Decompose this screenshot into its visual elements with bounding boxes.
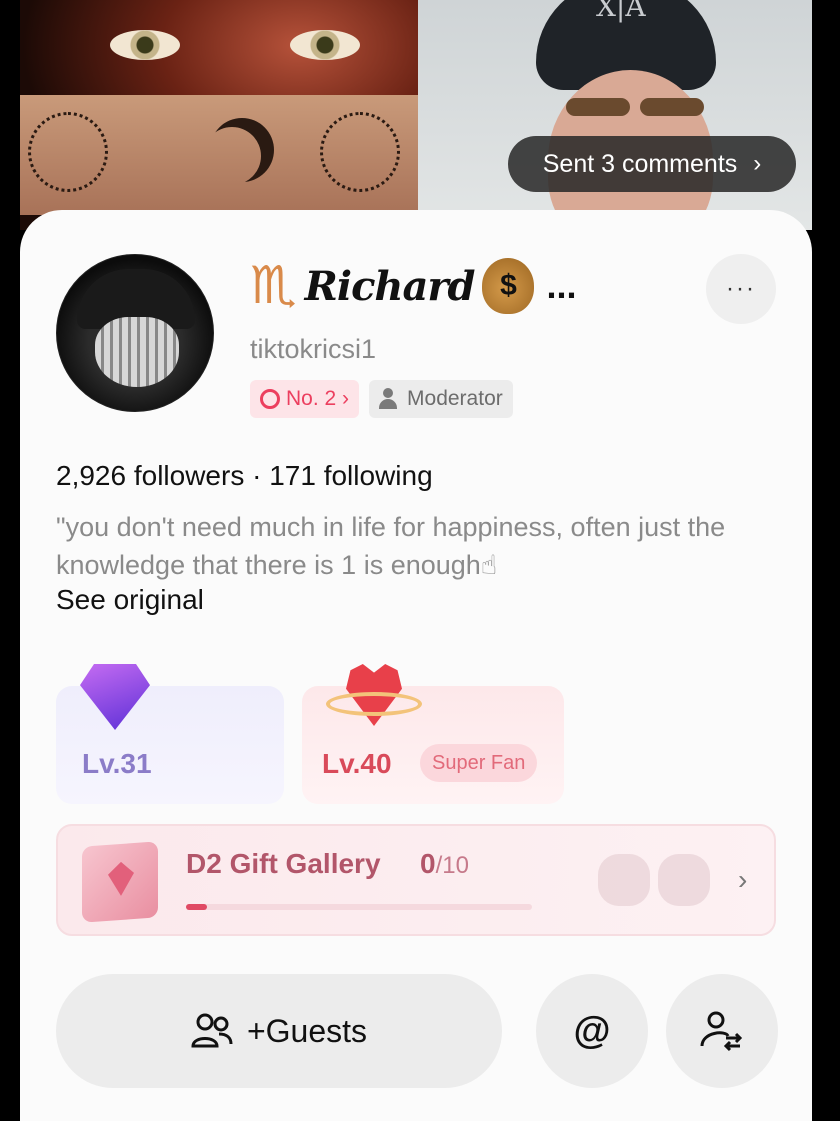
sent-comments-label: Sent 3 comments xyxy=(542,149,738,178)
chevron-right-icon: › xyxy=(753,150,762,177)
user-swap-icon xyxy=(700,1011,743,1052)
eyes-region xyxy=(90,20,390,80)
add-guests-button[interactable]: +Guests xyxy=(56,974,502,1088)
gift-placeholder-icon xyxy=(598,854,650,906)
moon-tattoo xyxy=(210,118,274,182)
avatar[interactable] xyxy=(56,254,214,412)
badges: No. 2 › Moderator xyxy=(250,380,513,418)
gift-box-icon xyxy=(82,841,158,923)
rank-badge-label: No. 2 › xyxy=(286,387,350,410)
gift-gallery-collected: 0 xyxy=(420,848,436,879)
gift-gallery-progress xyxy=(186,904,532,910)
medal-icon xyxy=(260,389,280,409)
profile-sheet: ♏ Richard $ ... ··· tiktokricsi1 No. 2 ›… xyxy=(20,210,812,1121)
rank-badge[interactable]: No. 2 › xyxy=(250,380,360,418)
moderator-icon xyxy=(379,388,401,410)
at-icon: @ xyxy=(573,1009,611,1052)
gift-placeholder-icon xyxy=(658,854,710,906)
sent-comments-pill[interactable]: Sent 3 comments › xyxy=(508,136,796,192)
name-truncation: ... xyxy=(546,265,577,306)
display-name: Richard xyxy=(304,262,476,310)
video-tile-left[interactable] xyxy=(20,0,418,230)
scorpion-emoji-icon: ♏ xyxy=(250,257,297,315)
moderator-badge: Moderator xyxy=(369,380,513,418)
username: tiktokricsi1 xyxy=(250,334,377,364)
chevron-right-icon: › xyxy=(738,864,748,895)
gifter-level: Lv.31 xyxy=(82,748,152,779)
mandala-tattoo xyxy=(28,112,108,192)
switch-user-button[interactable] xyxy=(666,974,778,1088)
gift-gallery-count: 0/10 xyxy=(420,848,469,880)
bio-text: "you don't need much in life for happine… xyxy=(56,512,726,580)
cap-logo: X|A xyxy=(596,0,646,23)
gift-gallery-title: D2 Gift Gallery xyxy=(186,848,381,879)
more-options-button[interactable]: ··· xyxy=(706,254,776,324)
mention-button[interactable]: @ xyxy=(536,974,648,1088)
follow-stats[interactable]: 2,926 followers · 171 following xyxy=(56,460,433,492)
moderator-label: Moderator xyxy=(407,387,503,410)
super-fan-tag: Super Fan xyxy=(420,744,538,782)
guests-icon xyxy=(191,1013,233,1048)
right-edge xyxy=(812,0,840,1121)
more-icon: ··· xyxy=(726,275,756,302)
gift-gallery-card[interactable]: D2 Gift Gallery 0/10 › xyxy=(56,824,776,936)
see-original-link[interactable]: See original xyxy=(56,584,204,616)
gifter-level-card[interactable] xyxy=(56,686,284,804)
eyebrow xyxy=(566,98,630,116)
gift-gallery-progress-fill xyxy=(186,904,207,910)
skull-mask xyxy=(95,317,179,387)
video-tile-right[interactable]: X|A xyxy=(418,0,812,230)
eyebrow xyxy=(640,98,704,116)
add-guests-label: +Guests xyxy=(246,1012,368,1049)
heart-planet-icon xyxy=(326,658,422,738)
gift-gallery-total: /10 xyxy=(435,852,469,879)
eye-right xyxy=(290,30,360,60)
fan-level: Lv.40 xyxy=(322,748,392,779)
display-name-row: ♏ Richard $ ... xyxy=(250,258,576,314)
heart-ring xyxy=(326,692,422,716)
mandala-tattoo xyxy=(320,112,400,192)
left-edge xyxy=(0,0,20,1121)
eye-left xyxy=(110,30,180,60)
money-bag-emoji-icon: $ xyxy=(482,258,535,314)
